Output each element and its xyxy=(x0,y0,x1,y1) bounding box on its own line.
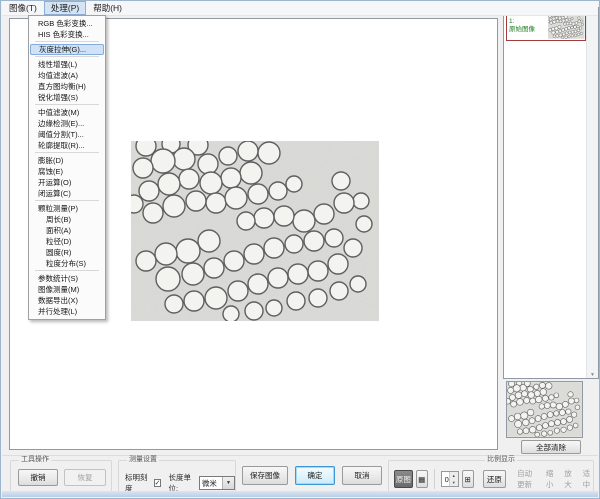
unit-value: 微米 xyxy=(200,478,222,489)
group-tools-title: 工具操作 xyxy=(19,456,51,464)
preview-panel xyxy=(506,381,583,438)
spinner-up-icon[interactable]: ▲ xyxy=(450,472,458,479)
scale-checkbox[interactable]: ✓ xyxy=(154,479,162,487)
menu-bar-item-1[interactable]: 处理(P) xyxy=(44,1,86,15)
history-list[interactable]: 1: 原始图像 ▲ ▼ xyxy=(503,7,599,379)
dropdown-menu-item-8[interactable]: 锐化增强(S) xyxy=(30,92,104,103)
bottom-toolbar: 工具操作 撤销 恢复 测量设置 标明刻度 ✓ 长度单位: 微米 ▼ 保存图像 确… xyxy=(2,455,598,494)
dropdown-menu-item-30[interactable]: 并行处理(L) xyxy=(30,306,104,317)
group-view: 比例显示 原图 ▦ 0 ▲ ▼ ⊞ 还原 自动更新缩小放大适中 xyxy=(388,460,594,492)
history-scrollbar[interactable]: ▲ ▼ xyxy=(586,8,598,378)
dropdown-menu-item-1[interactable]: HIS 色彩变换... xyxy=(30,29,104,40)
dropdown-menu-item-11[interactable]: 边缘检测(E)... xyxy=(30,118,104,129)
grid-view-button[interactable]: ▦ xyxy=(416,470,428,488)
dropdown-menu: RGB 色彩变换...HIS 色彩变换... 灰度拉伸(G)... 线性增强(L)均… xyxy=(28,15,106,320)
redo-button[interactable]: 恢复 xyxy=(64,469,106,486)
dropdown-menu-item-6[interactable]: 均值滤波(A) xyxy=(30,70,104,81)
dropdown-menu-item-21[interactable]: 周长(B) xyxy=(30,214,104,225)
dropdown-menu-item-10[interactable]: 中值滤波(M) xyxy=(30,107,104,118)
dropdown-menu-item-28[interactable]: 图像测量(M) xyxy=(30,284,104,295)
scroll-down-icon[interactable]: ▼ xyxy=(590,372,595,378)
dropdown-menu-item-20[interactable]: 颗粒测量(P) xyxy=(30,203,104,214)
grid-icon: ▦ xyxy=(418,475,425,484)
group-measure: 测量设置 标明刻度 ✓ 长度单位: 微米 ▼ xyxy=(118,460,236,492)
menu-separator xyxy=(35,270,99,271)
menu-separator xyxy=(35,200,99,201)
source-view-button[interactable]: 原图 xyxy=(394,470,413,488)
dropdown-menu-item-15[interactable]: 膨胀(D) xyxy=(30,155,104,166)
app-window: 图像(T)处理(P)帮助(H) RGB 色彩变换...HIS 色彩变换... 灰度… xyxy=(0,0,600,499)
preview-thumbnail xyxy=(507,382,582,437)
unit-combobox[interactable]: 微米 ▼ xyxy=(199,476,235,490)
dropdown-menu-item-13[interactable]: 轮廓提取(R)... xyxy=(30,140,104,151)
fit-icon: ⊞ xyxy=(465,475,471,484)
dropdown-menu-item-16[interactable]: 腐蚀(E) xyxy=(30,166,104,177)
dropdown-menu-item-0[interactable]: RGB 色彩变换... xyxy=(30,18,104,29)
menu-separator xyxy=(35,56,99,57)
spinner-down-icon[interactable]: ▼ xyxy=(450,479,458,486)
dropdown-menu-item-5[interactable]: 线性增强(L) xyxy=(30,59,104,70)
dropdown-menu-item-27[interactable]: 参数统计(S) xyxy=(30,273,104,284)
group-measure-title: 测量设置 xyxy=(127,456,159,464)
dropdown-menu-item-3[interactable]: 灰度拉伸(G)... xyxy=(30,44,104,55)
dropdown-menu-item-18[interactable]: 闭运算(C) xyxy=(30,188,104,199)
zoom-spinner[interactable]: 0 ▲ ▼ xyxy=(441,471,459,487)
save-image-button[interactable]: 保存图像 xyxy=(242,466,288,485)
view-option-2[interactable]: 放大 xyxy=(564,468,574,490)
history-item-number: 1: xyxy=(509,18,548,26)
view-option-3[interactable]: 适中 xyxy=(583,468,593,490)
clear-all-button[interactable]: 全部清除 xyxy=(521,440,581,454)
menu-separator xyxy=(35,152,99,153)
group-tools: 工具操作 撤销 恢复 xyxy=(10,460,112,492)
history-item-label: 原始图像 xyxy=(509,26,548,34)
combo-arrow-icon[interactable]: ▼ xyxy=(222,477,234,489)
spinner-arrows[interactable]: ▲ ▼ xyxy=(449,472,458,486)
history-item-thumbnail xyxy=(548,12,585,39)
fit-view-button[interactable]: ⊞ xyxy=(462,470,474,488)
menu-bar-item-2[interactable]: 帮助(H) xyxy=(86,1,129,15)
dropdown-menu-item-24[interactable]: 圆度(R) xyxy=(30,247,104,258)
dropdown-menu-item-29[interactable]: 数据导出(X) xyxy=(30,295,104,306)
dropdown-menu-item-22[interactable]: 面积(A) xyxy=(30,225,104,236)
dropdown-menu-item-23[interactable]: 粒径(D) xyxy=(30,236,104,247)
ok-button[interactable]: 确定 xyxy=(295,466,335,485)
divider xyxy=(434,469,435,489)
view-option-1[interactable]: 缩小 xyxy=(546,468,556,490)
history-item-caption: 1: 原始图像 xyxy=(507,18,548,34)
menu-separator xyxy=(35,41,99,42)
window-bottom-edge xyxy=(2,491,598,497)
dropdown-menu-item-25[interactable]: 粒度分布(S) xyxy=(30,258,104,269)
zoom-value: 0 xyxy=(442,472,449,486)
view-options: 自动更新缩小放大适中 xyxy=(517,468,593,490)
dropdown-menu-item-17[interactable]: 开运算(O) xyxy=(30,177,104,188)
particle-image xyxy=(131,141,379,321)
undo-button[interactable]: 撤销 xyxy=(18,469,58,486)
cancel-button[interactable]: 取消 xyxy=(342,466,382,485)
menu-bar: 图像(T)处理(P)帮助(H) xyxy=(2,1,598,16)
menu-separator xyxy=(35,104,99,105)
dropdown-menu-item-12[interactable]: 阈值分割(T)... xyxy=(30,129,104,140)
menu-bar-item-0[interactable]: 图像(T) xyxy=(2,1,44,15)
group-view-title: 比例显示 xyxy=(485,456,517,464)
view-option-0[interactable]: 自动更新 xyxy=(517,468,538,490)
restore-button[interactable]: 还原 xyxy=(483,470,506,488)
dropdown-menu-item-7[interactable]: 直方图均衡(H) xyxy=(30,81,104,92)
